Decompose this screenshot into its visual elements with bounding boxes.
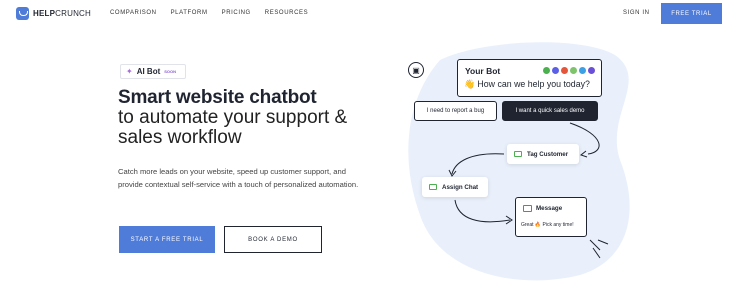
brand-logo[interactable]: HELPCRUNCH [16,7,91,20]
bot-greeting-card: Your Bot 👋 How can we help you today? [457,59,602,97]
page-title: Smart website chatbot [118,87,317,108]
tag-icon [514,151,522,157]
assign-chat-step: Assign Chat [422,177,488,197]
tag-customer-step: Tag Customer [507,144,579,164]
chatbot-illustration: Your Bot 👋 How can we help you today? ▣ … [400,40,730,302]
hero-description: Catch more leads on your website, speed … [118,167,359,189]
book-demo-button[interactable]: BOOK A DEMO [224,226,322,253]
channel-icons [543,67,595,74]
sparkle-icon: ✦ [126,67,133,76]
brand-name: HELPCRUNCH [33,9,92,18]
tag-customer-label: Tag Customer [527,150,569,158]
option-sales-demo: I want a quick sales demo [502,101,598,121]
start-free-trial-button[interactable]: START A FREE TRIAL [119,226,215,253]
message-step: Message Great 🔥 Pick any time! [515,197,587,237]
bot-question: 👋 How can we help you today? [464,79,590,89]
nav-item-platform[interactable]: PLATFORM [171,10,208,16]
robot-icon: ▣ [408,62,424,78]
badge-label: AI Bot [136,67,161,76]
telegram-icon [579,67,586,74]
nav-item-pricing[interactable]: PRICING [222,10,251,16]
assign-chat-label: Assign Chat [442,183,479,191]
chat-icon [588,67,595,74]
instagram-icon [561,67,568,74]
free-trial-button[interactable]: FREE TRIAL [661,3,722,24]
top-nav: HELPCRUNCH COMPARISON PLATFORM PRICING R… [0,0,736,28]
whatsapp-icon [543,67,550,74]
badge-soon: SOON [164,69,177,74]
nav-item-comparison[interactable]: COMPARISON [110,10,157,16]
option-report-bug: I need to report a bug [414,101,497,121]
viber-icon [570,67,577,74]
nav-menu: COMPARISON PLATFORM PRICING RESOURCES [110,10,308,16]
message-label: Message [536,205,563,212]
chat-bubble-icon [16,7,29,20]
messenger-icon [552,67,559,74]
page-subtitle: to automate your support & sales workflo… [118,107,348,148]
bot-name: Your Bot [465,66,501,76]
sign-in-link[interactable]: SIGN IN [623,10,650,16]
message-body: Great 🔥 Pick any time! [521,222,574,228]
nav-item-resources[interactable]: RESOURCES [265,10,308,16]
assign-icon [429,184,437,190]
ai-bot-badge: ✦ AI Bot SOON [120,64,186,79]
message-icon [523,205,532,212]
